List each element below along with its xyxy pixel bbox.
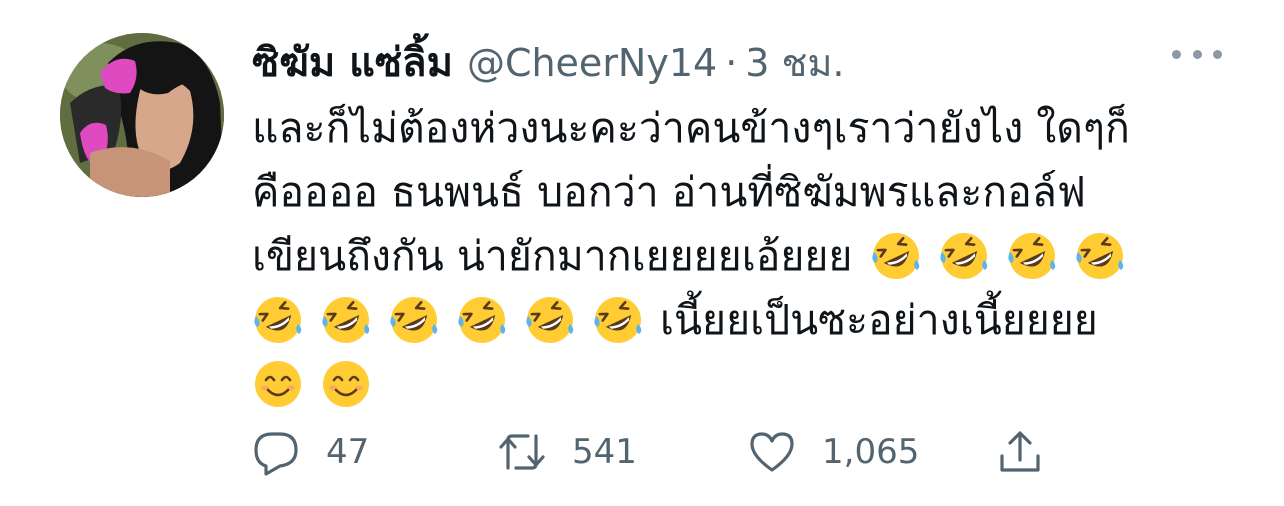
retweet-icon xyxy=(499,434,545,470)
more-dot xyxy=(1192,49,1202,59)
share-icon xyxy=(1000,431,1040,472)
header-separator: · xyxy=(725,41,738,85)
rolling-on-floor-laughing-emoji-icon xyxy=(320,294,372,346)
smiling-face-emoji-icon xyxy=(252,358,304,410)
author-handle[interactable]: @CheerNy14 xyxy=(467,41,717,85)
tweet-timestamp[interactable]: 3 ชม. xyxy=(745,32,844,93)
avatar[interactable] xyxy=(60,33,224,197)
retweet-button[interactable]: 541 xyxy=(498,424,637,480)
text-line: คืออออ ธนพนธ์ บอกว่า อ่านที่ซิฆัมพรและกอ… xyxy=(252,160,1242,224)
reply-icon xyxy=(254,432,298,476)
like-icon xyxy=(750,432,794,472)
more-dot xyxy=(1213,49,1222,59)
more-dot xyxy=(1172,49,1181,59)
rolling-on-floor-laughing-emoji-icon xyxy=(252,294,304,346)
rolling-on-floor-laughing-emoji-icon xyxy=(592,294,644,346)
tweet-actions: 47 541 1,065 xyxy=(252,424,1072,480)
tweet-text: และก็ไม่ต้องห่วงนะคะว่าคนข้างๆเราว่ายังไ… xyxy=(252,96,1242,416)
text-segment: เนี้ยยเป็นซะอย่างเนี้ยยยย xyxy=(660,296,1098,344)
reply-count: 47 xyxy=(326,432,370,472)
rolling-on-floor-laughing-emoji-icon xyxy=(870,230,922,282)
more-options-icon[interactable] xyxy=(1172,44,1222,64)
rolling-on-floor-laughing-emoji-icon xyxy=(456,294,508,346)
text-segment: เขียนถึงกัน น่ายักมากเยยยยเอ้ยยย xyxy=(252,232,853,280)
share-button[interactable] xyxy=(996,424,1044,480)
tweet-header: ซิฆัม แซ่ลิ้ม @CheerNy14 · 3 ชม. xyxy=(252,30,844,86)
text-line: และก็ไม่ต้องห่วงนะคะว่าคนข้างๆเราว่ายังไ… xyxy=(252,96,1242,160)
text-segment: และก็ไม่ต้องห่วงนะคะว่าคนข้างๆเราว่ายังไ… xyxy=(252,104,1130,152)
rolling-on-floor-laughing-emoji-icon xyxy=(524,294,576,346)
text-line xyxy=(252,352,1242,416)
text-line: เนี้ยยเป็นซะอย่างเนี้ยยยย xyxy=(252,288,1242,352)
reply-button[interactable]: 47 xyxy=(252,424,369,480)
like-count: 1,065 xyxy=(822,432,920,472)
author-display-name[interactable]: ซิฆัม แซ่ลิ้ม xyxy=(252,30,453,94)
rolling-on-floor-laughing-emoji-icon xyxy=(1006,230,1058,282)
text-line: เขียนถึงกัน น่ายักมากเยยยยเอ้ยยย xyxy=(252,224,1242,288)
like-button[interactable]: 1,065 xyxy=(748,424,919,480)
rolling-on-floor-laughing-emoji-icon xyxy=(938,230,990,282)
smiling-face-emoji-icon xyxy=(320,358,372,410)
retweet-count: 541 xyxy=(572,432,637,472)
text-segment: คืออออ ธนพนธ์ บอกว่า อ่านที่ซิฆัมพรและกอ… xyxy=(252,168,1086,216)
rolling-on-floor-laughing-emoji-icon xyxy=(388,294,440,346)
rolling-on-floor-laughing-emoji-icon xyxy=(1074,230,1126,282)
